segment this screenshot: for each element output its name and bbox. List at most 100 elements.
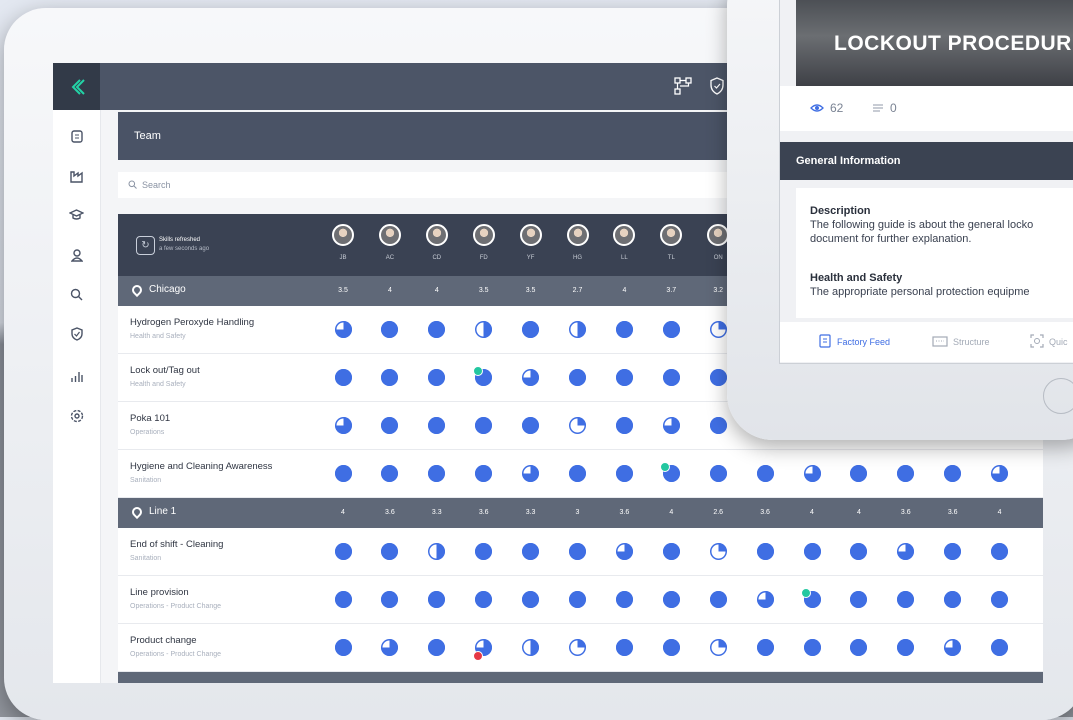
avatar[interactable] — [613, 224, 636, 246]
skill-level-indicator[interactable] — [615, 465, 633, 482]
avatar[interactable] — [378, 224, 401, 246]
avatar[interactable] — [472, 224, 495, 246]
skill-level-indicator[interactable] — [662, 417, 680, 434]
refresh-button[interactable]: ↻ — [136, 236, 155, 255]
skill-level-indicator[interactable] — [709, 369, 727, 386]
skill-level-indicator[interactable] — [334, 369, 352, 386]
avatar[interactable] — [425, 224, 448, 246]
skill-level-indicator[interactable] — [475, 591, 493, 608]
skill-level-indicator[interactable] — [428, 543, 446, 560]
skill-level-indicator[interactable] — [850, 591, 868, 608]
avatar[interactable] — [707, 224, 730, 246]
skill-level-indicator[interactable] — [615, 639, 633, 656]
skill-level-indicator[interactable] — [522, 321, 540, 338]
skill-level-indicator[interactable] — [944, 465, 962, 482]
skill-level-indicator[interactable] — [709, 591, 727, 608]
shield-icon[interactable] — [706, 75, 728, 97]
skill-level-indicator[interactable] — [381, 417, 399, 434]
skill-level-indicator[interactable] — [428, 369, 446, 386]
skill-level-indicator[interactable] — [334, 639, 352, 656]
skill-level-indicator[interactable] — [756, 591, 774, 608]
skill-level-indicator[interactable] — [991, 465, 1009, 482]
skill-level-indicator[interactable] — [991, 639, 1009, 656]
avatar[interactable] — [566, 224, 589, 246]
skill-level-indicator[interactable] — [615, 591, 633, 608]
skill-level-indicator[interactable] — [615, 369, 633, 386]
skill-level-indicator[interactable] — [334, 543, 352, 560]
tab-quick[interactable]: Quic — [1030, 334, 1068, 350]
skill-level-indicator[interactable] — [569, 321, 586, 338]
skill-level-indicator[interactable] — [428, 465, 446, 482]
skill-level-indicator[interactable] — [428, 321, 446, 338]
skill-level-indicator[interactable] — [334, 465, 352, 482]
skill-level-indicator[interactable] — [569, 639, 586, 656]
skill-level-indicator[interactable] — [662, 639, 680, 656]
skill-level-indicator[interactable] — [522, 591, 540, 608]
tab-factory-feed[interactable]: Factory Feed — [818, 334, 890, 350]
graduation-cap-icon[interactable] — [53, 204, 100, 226]
skill-level-indicator[interactable] — [850, 465, 868, 482]
video-thumbnail[interactable]: LOCKOUT PROCEDUR — [796, 0, 1073, 86]
skill-level-indicator[interactable] — [615, 321, 633, 338]
skill-level-indicator[interactable] — [803, 543, 821, 560]
skill-level-indicator[interactable] — [850, 543, 868, 560]
skill-level-indicator[interactable] — [709, 321, 727, 338]
skill-level-indicator[interactable] — [709, 417, 727, 434]
skill-level-indicator[interactable] — [381, 369, 399, 386]
skill-level-indicator[interactable] — [662, 591, 680, 608]
skill-level-indicator[interactable] — [569, 417, 586, 434]
skill-level-indicator[interactable] — [897, 591, 915, 608]
bar-chart-icon[interactable] — [53, 365, 100, 387]
skill-level-indicator[interactable] — [615, 543, 633, 560]
settings-gear-icon[interactable] — [53, 405, 100, 427]
skill-level-indicator[interactable] — [897, 465, 915, 482]
skill-level-indicator[interactable] — [381, 591, 399, 608]
skill-level-indicator[interactable] — [475, 321, 493, 338]
skill-level-indicator[interactable] — [897, 639, 915, 656]
skill-level-indicator[interactable] — [522, 543, 540, 560]
skill-level-indicator[interactable] — [381, 465, 399, 482]
home-button[interactable] — [1043, 378, 1073, 414]
avatar[interactable] — [332, 224, 354, 246]
skill-level-indicator[interactable] — [522, 417, 540, 434]
skill-level-indicator[interactable] — [709, 639, 727, 656]
skill-level-indicator[interactable] — [944, 591, 962, 608]
skill-row[interactable]: Product change Operations - Product Chang… — [118, 624, 1043, 672]
skill-level-indicator[interactable] — [569, 591, 586, 608]
skill-level-indicator[interactable] — [850, 639, 868, 656]
skill-level-indicator[interactable] — [475, 465, 493, 482]
shield-check-icon[interactable] — [53, 323, 100, 345]
avatar[interactable] — [660, 224, 683, 246]
skill-level-indicator[interactable] — [944, 639, 962, 656]
skill-level-indicator[interactable] — [475, 417, 493, 434]
skill-level-indicator[interactable] — [334, 591, 352, 608]
skill-level-indicator[interactable] — [991, 543, 1009, 560]
skill-level-indicator[interactable] — [381, 639, 399, 656]
skill-level-indicator[interactable] — [334, 321, 352, 338]
skill-row[interactable]: Hygiene and Cleaning Awareness Sanitation — [118, 450, 1043, 498]
skill-level-indicator[interactable] — [522, 369, 540, 386]
user-icon[interactable] — [53, 244, 100, 266]
skill-level-indicator[interactable] — [662, 543, 680, 560]
skill-level-indicator[interactable] — [756, 639, 774, 656]
app-logo-icon[interactable] — [53, 63, 100, 110]
skill-level-indicator[interactable] — [803, 465, 821, 482]
skill-level-indicator[interactable] — [522, 465, 540, 482]
location-group-bar[interactable]: Line 1 4 3.6 3.3 3.6 3.3 3 3.6 4 2.6 3.6 4 4 3.6 3.6 4 — [118, 498, 1043, 528]
skill-level-indicator[interactable] — [662, 321, 680, 338]
skill-level-indicator[interactable] — [615, 417, 633, 434]
skill-level-indicator[interactable] — [428, 417, 446, 434]
factory-icon[interactable] — [53, 165, 100, 187]
skill-level-indicator[interactable] — [709, 465, 727, 482]
avatar[interactable] — [519, 224, 542, 246]
document-icon[interactable] — [53, 125, 100, 147]
structure-icon[interactable] — [672, 75, 694, 97]
skill-level-indicator[interactable] — [569, 465, 586, 482]
skill-level-indicator[interactable] — [522, 639, 540, 656]
skill-level-indicator[interactable] — [381, 321, 399, 338]
skill-level-indicator[interactable] — [662, 369, 680, 386]
skill-level-indicator[interactable] — [475, 543, 493, 560]
skill-level-indicator[interactable] — [991, 591, 1009, 608]
skill-level-indicator[interactable] — [334, 417, 352, 434]
skill-level-indicator[interactable] — [897, 543, 915, 560]
